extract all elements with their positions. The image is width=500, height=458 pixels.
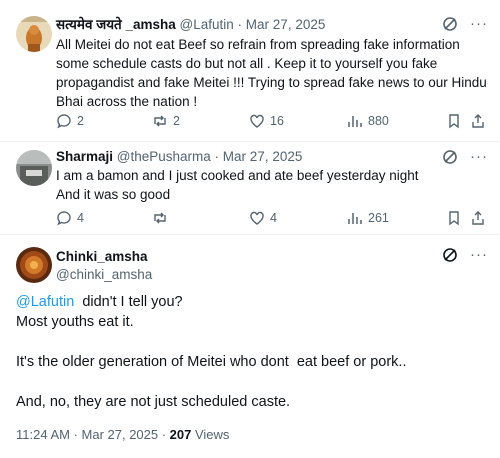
post-top-icons: ··· <box>442 16 488 32</box>
avatar[interactable] <box>16 247 52 283</box>
like-icon <box>250 211 264 225</box>
more-icon[interactable]: ··· <box>470 16 488 31</box>
separator: · <box>210 149 223 164</box>
repost-button[interactable] <box>152 210 173 226</box>
post-text-line: And, no, they are not just scheduled cas… <box>16 394 291 410</box>
avatar[interactable] <box>16 150 52 186</box>
reply-icon <box>57 114 71 129</box>
post-top-icons: ··· <box>442 247 488 263</box>
reply-header: सत्यमेव जयते _amsha @Lafutin · Mar 27, 2… <box>56 16 484 34</box>
mention-link[interactable]: @Lafutin <box>16 294 74 310</box>
like-button[interactable]: 16 <box>249 113 284 129</box>
reply-count: 2 <box>77 114 84 128</box>
repost-icon <box>154 115 166 127</box>
bookmark-button[interactable] <box>446 113 462 129</box>
like-button[interactable]: 4 <box>249 210 277 226</box>
author-name[interactable]: Chinki_amsha <box>56 248 148 265</box>
more-icon[interactable]: ··· <box>470 149 488 164</box>
more-icon[interactable]: ··· <box>470 247 488 262</box>
separator: · <box>233 17 246 32</box>
views-button[interactable]: 880 <box>347 113 389 129</box>
bookmark-icon <box>449 114 459 129</box>
views-count: 207 <box>169 427 192 442</box>
views-icon <box>348 116 362 127</box>
avatar[interactable] <box>16 16 52 52</box>
repost-icon <box>154 212 166 224</box>
grok-icon[interactable] <box>442 149 458 165</box>
bookmark-button[interactable] <box>446 210 462 226</box>
reply-text: All Meitei do not eat Beef so refrain fr… <box>56 37 487 109</box>
reply-count: 4 <box>77 211 84 225</box>
reply-text-line: I am a bamon and I just cooked and ate b… <box>56 168 419 183</box>
grok-icon[interactable] <box>442 16 458 32</box>
author-handle[interactable]: @Lafutin <box>180 17 234 32</box>
post-text-fragment: didn't I tell you? <box>74 294 183 310</box>
like-count: 4 <box>270 211 277 225</box>
post-text: @Lafutin didn't I tell you? Most youths … <box>16 292 488 412</box>
views-count: 261 <box>368 211 389 225</box>
like-count: 16 <box>270 114 284 128</box>
share-button[interactable] <box>470 210 486 226</box>
reply-text: I am a bamon and I just cooked and ate b… <box>56 166 488 204</box>
post-time[interactable]: 11:24 AM · Mar 27, 2025 · <box>16 427 170 442</box>
author-name[interactable]: सत्यमेव जयते _amsha <box>56 17 176 32</box>
author-name[interactable]: Sharmaji <box>56 149 113 164</box>
bookmark-icon <box>449 211 459 226</box>
views-icon <box>348 213 362 224</box>
share-icon <box>472 114 484 128</box>
post-date[interactable]: Mar 27, 2025 <box>246 17 326 32</box>
reply-button[interactable]: 4 <box>56 210 84 226</box>
reply-text-line: And it was so good <box>56 187 171 202</box>
author-handle[interactable]: @chinki_amsha <box>56 266 152 283</box>
grok-icon[interactable] <box>442 247 458 263</box>
post-text-line: Most youths eat it. <box>16 314 134 330</box>
post-date[interactable]: Mar 27, 2025 <box>223 149 303 164</box>
share-icon <box>472 211 484 225</box>
views-button[interactable]: 261 <box>347 210 389 226</box>
action-bar: 4 4 261 <box>56 210 486 230</box>
post-text-line: It's the older generation of Meitei who … <box>16 354 407 370</box>
reply-button[interactable]: 2 <box>56 113 84 129</box>
post-top-icons: ··· <box>442 149 488 165</box>
post-text-line: @Lafutin didn't I tell you? <box>16 292 488 312</box>
reply-icon <box>57 211 71 226</box>
share-button[interactable] <box>470 113 486 129</box>
repost-button[interactable]: 2 <box>152 113 180 129</box>
author-handle[interactable]: @thePusharma <box>117 149 211 164</box>
repost-count: 2 <box>173 114 180 128</box>
action-bar: 2 2 16 880 <box>56 113 486 133</box>
views-count: 880 <box>368 114 389 128</box>
like-icon <box>250 114 264 128</box>
views-label: Views <box>191 427 230 442</box>
reply-header: Sharmaji @thePusharma · Mar 27, 2025 <box>56 148 484 166</box>
post-timestamp-bar: 11:24 AM · Mar 27, 2025 · 207 Views <box>16 426 229 444</box>
